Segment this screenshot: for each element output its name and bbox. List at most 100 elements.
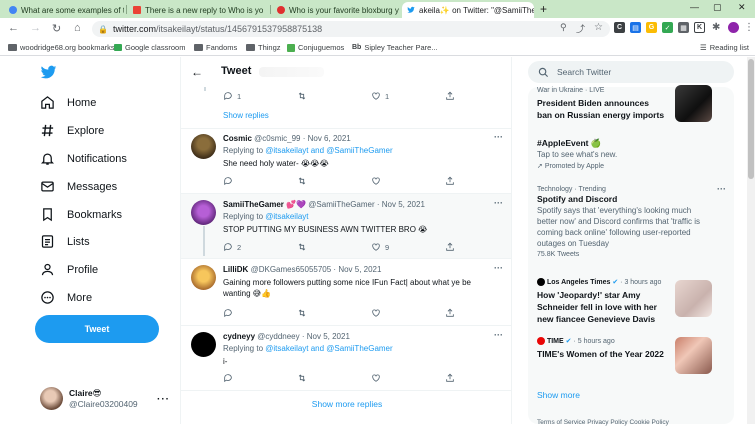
share-button[interactable] bbox=[445, 176, 511, 186]
extension-check-icon[interactable]: ✓ bbox=[662, 22, 673, 33]
more-dots-icon[interactable]: ··· bbox=[494, 198, 503, 208]
more-dots-icon[interactable]: ··· bbox=[494, 132, 503, 142]
close-window-icon[interactable]: ✕ bbox=[738, 2, 746, 13]
sidebar-item-notifications[interactable]: Notifications bbox=[40, 151, 127, 166]
account-switcher[interactable]: Claire😎 @Claire03200409 bbox=[40, 387, 138, 410]
like-button[interactable]: 1 bbox=[371, 91, 445, 101]
tweet-author-handle[interactable]: @DKGames65055705 bbox=[251, 265, 332, 274]
extension-k-icon[interactable]: K bbox=[694, 22, 705, 33]
more-dots-icon[interactable]: ··· bbox=[494, 330, 503, 340]
tweet-author-handle[interactable]: @cyddneey bbox=[257, 332, 299, 341]
browser-tab[interactable]: What are some examples of the ✕ bbox=[4, 2, 124, 18]
tweet-author-handle[interactable]: @c0smic_99 bbox=[254, 134, 300, 143]
tweet-date[interactable]: Nov 5, 2021 bbox=[307, 332, 350, 341]
trend-item[interactable]: #AppleEvent 🍏 Tap to see what's new. ➚ P… bbox=[537, 137, 727, 170]
like-button[interactable] bbox=[371, 308, 445, 318]
sidebar-item-profile[interactable]: Profile bbox=[40, 262, 98, 277]
extension-grid-icon[interactable]: ▦ bbox=[678, 22, 689, 33]
extension-doc-icon[interactable]: ▤ bbox=[630, 22, 641, 33]
twitter-logo-icon[interactable] bbox=[40, 65, 57, 80]
share-button[interactable] bbox=[445, 373, 511, 383]
sidebar-item-more[interactable]: More bbox=[40, 290, 92, 305]
replying-to-link[interactable]: @itsakeilayt bbox=[265, 212, 308, 221]
search-input[interactable]: Search Twitter bbox=[528, 61, 734, 83]
reload-icon[interactable]: ↻ bbox=[52, 22, 61, 35]
footer-links[interactable]: Terms of Service Privacy Policy Cookie P… bbox=[537, 419, 669, 426]
forward-icon[interactable]: → bbox=[30, 22, 41, 34]
tweet-author-name[interactable]: LilliDK bbox=[223, 265, 248, 274]
reply-button[interactable] bbox=[223, 176, 297, 186]
reply-button[interactable]: 2 bbox=[223, 242, 297, 252]
tweet-button[interactable]: Tweet bbox=[35, 315, 159, 343]
retweet-button[interactable] bbox=[297, 242, 371, 252]
tweet-author-name[interactable]: SamiiTheGamer 💕💜 bbox=[223, 200, 306, 209]
tweet-author-handle[interactable]: @SamiiTheGamer bbox=[308, 200, 374, 209]
replying-to-link[interactable]: @itsakeilayt and @SamiiTheGamer bbox=[265, 344, 392, 353]
tweet-date[interactable]: Nov 5, 2021 bbox=[338, 265, 381, 274]
maximize-icon[interactable]: ▢ bbox=[713, 2, 722, 13]
replying-to-link[interactable]: @itsakeilayt and @SamiiTheGamer bbox=[265, 146, 392, 155]
zoom-icon[interactable]: ⚲ bbox=[560, 22, 567, 33]
tweet-author-name[interactable]: cydneyy bbox=[223, 332, 255, 341]
reading-list-button[interactable]: ☰ Reading list bbox=[700, 43, 749, 52]
puzzle-icon[interactable]: ✱ bbox=[712, 22, 720, 33]
share-button[interactable] bbox=[445, 91, 511, 101]
tweet-date[interactable]: Nov 5, 2021 bbox=[382, 200, 425, 209]
bookmark-item[interactable]: Bb Sipley Teacher Pare... bbox=[352, 43, 438, 52]
show-more-link[interactable]: Show more bbox=[537, 390, 580, 400]
sidebar-item-bookmarks[interactable]: Bookmarks bbox=[40, 207, 122, 222]
bookmark-item[interactable]: Fandoms bbox=[194, 43, 237, 52]
trend-item[interactable]: Technology · Trending Spotify and Discor… bbox=[537, 186, 727, 258]
like-button[interactable] bbox=[371, 176, 445, 186]
more-dots-icon[interactable]: ··· bbox=[157, 394, 170, 405]
bookmark-item[interactable]: Google classroom bbox=[114, 43, 185, 52]
star-icon[interactable]: ☆ bbox=[594, 22, 603, 33]
news-headline: TIME's Women of the Year 2022 bbox=[537, 349, 664, 360]
menu-dots-icon[interactable]: ⋮ bbox=[744, 22, 754, 33]
like-button[interactable] bbox=[371, 373, 445, 383]
new-tab-button[interactable]: + bbox=[540, 2, 547, 16]
retweet-button[interactable] bbox=[297, 176, 371, 186]
share-icon[interactable]: ⤴ bbox=[576, 22, 585, 35]
sidebar-item-home[interactable]: Home bbox=[40, 95, 96, 110]
browser-tab[interactable]: There is a new reply to Who is yo ✕ bbox=[128, 2, 268, 18]
home-icon[interactable]: ⌂ bbox=[74, 22, 81, 34]
scrollbar[interactable] bbox=[747, 57, 755, 424]
like-button[interactable]: 9 bbox=[371, 242, 445, 252]
main-column: ← Tweet 1 1 Show replies Cosmic @c0smic_… bbox=[180, 57, 512, 424]
sidebar-item-explore[interactable]: Explore bbox=[40, 123, 104, 138]
bookmark-item[interactable]: Conjuguemos bbox=[287, 43, 344, 52]
browser-tab-active[interactable]: akeila✨ on Twitter: "@SamiiThe ✕ bbox=[402, 2, 534, 18]
more-dots-icon[interactable]: ··· bbox=[494, 263, 503, 273]
reply-tweet[interactable]: SamiiTheGamer 💕💜 @SamiiTheGamer · Nov 5,… bbox=[181, 194, 511, 258]
reply-button[interactable] bbox=[223, 373, 297, 383]
back-icon[interactable]: ← bbox=[8, 22, 19, 34]
reply-button[interactable]: 1 bbox=[223, 91, 297, 101]
sidebar-item-messages[interactable]: Messages bbox=[40, 179, 117, 194]
back-arrow-icon[interactable]: ← bbox=[191, 65, 203, 79]
reply-tweet[interactable]: cydneyy @cyddneey · Nov 5, 2021 ··· Repl… bbox=[181, 326, 511, 390]
retweet-button[interactable] bbox=[297, 91, 371, 101]
reply-button[interactable] bbox=[223, 308, 297, 318]
show-replies-link[interactable]: Show replies bbox=[223, 111, 269, 120]
browser-tab[interactable]: Who is your favorite bloxburg y ✕ bbox=[272, 2, 400, 18]
tweet-author-name[interactable]: Cosmic bbox=[223, 134, 252, 143]
profile-avatar-icon[interactable] bbox=[728, 22, 739, 33]
extension-c-icon[interactable]: C bbox=[614, 22, 625, 33]
retweet-button[interactable] bbox=[297, 308, 371, 318]
close-icon[interactable]: ✕ bbox=[267, 6, 268, 15]
bookmark-item[interactable]: woodridge68.org bookmarks bbox=[8, 43, 115, 52]
show-more-replies-link[interactable]: Show more replies bbox=[181, 399, 511, 409]
share-button[interactable] bbox=[445, 242, 511, 252]
minimize-icon[interactable]: — bbox=[690, 2, 699, 12]
reply-tweet[interactable]: Cosmic @c0smic_99 · Nov 6, 2021 ··· Repl… bbox=[181, 129, 511, 193]
bookmark-item[interactable]: Thingz bbox=[246, 43, 281, 52]
sidebar-item-lists[interactable]: Lists bbox=[40, 234, 90, 249]
more-dots-icon[interactable]: ··· bbox=[717, 184, 726, 194]
tweet-date[interactable]: Nov 6, 2021 bbox=[308, 134, 351, 143]
reply-tweet[interactable]: LilliDK @DKGames65055705 · Nov 5, 2021 ·… bbox=[181, 259, 511, 325]
extension-g-icon[interactable]: G bbox=[646, 22, 657, 33]
share-button[interactable] bbox=[445, 308, 511, 318]
address-bar[interactable]: 🔒 twitter.com/itsakeilayt/status/1456791… bbox=[92, 21, 610, 37]
retweet-button[interactable] bbox=[297, 373, 371, 383]
